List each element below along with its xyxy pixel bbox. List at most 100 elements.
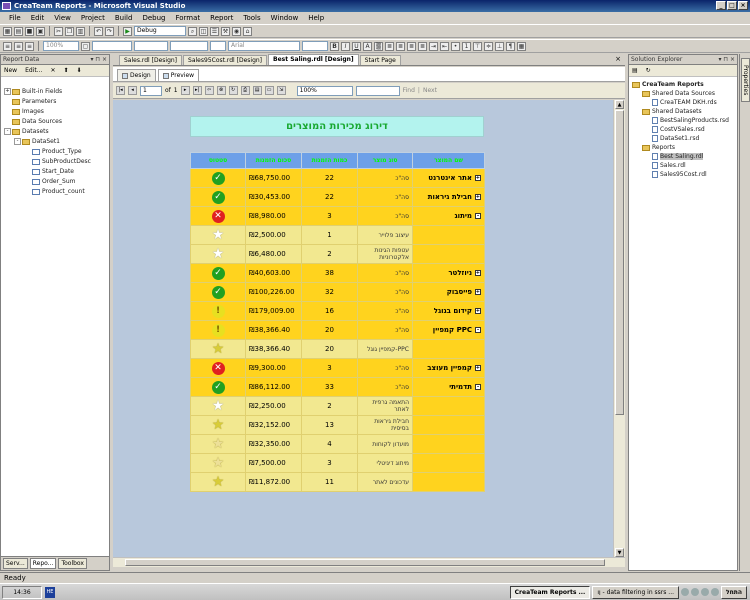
font-family-dropdown[interactable]: Arial xyxy=(228,41,300,51)
redo-icon[interactable]: ↷ xyxy=(105,26,114,36)
zoom-dropdown[interactable]: 100% xyxy=(43,41,79,51)
align-top-icon[interactable]: ⊤ xyxy=(473,41,482,51)
menu-item-tools[interactable]: Tools xyxy=(238,12,265,24)
tray-icon[interactable] xyxy=(681,588,690,596)
close-document-icon[interactable]: × xyxy=(615,55,621,63)
scroll-up-icon[interactable]: ▲ xyxy=(615,100,624,109)
edit-button[interactable]: Edit... xyxy=(25,65,42,76)
align-right-icon[interactable]: ≡ xyxy=(25,41,34,51)
solution-folder-item[interactable]: Shared Data Sources xyxy=(629,89,737,98)
field-item[interactable]: Product_count xyxy=(1,187,109,197)
field-item[interactable]: Order_Sum xyxy=(1,177,109,187)
close-button[interactable]: × xyxy=(738,1,748,10)
solution-file-item[interactable]: CostVSales.rsd xyxy=(629,125,737,134)
find-icon[interactable]: ⌕ xyxy=(188,26,197,36)
first-page-icon[interactable]: |◂ xyxy=(116,86,125,95)
move-up-icon[interactable]: ⬆ xyxy=(63,65,68,76)
refresh-solution-icon[interactable]: ↻ xyxy=(646,65,651,76)
print-icon[interactable]: ⎙ xyxy=(240,86,250,95)
show-all-files-icon[interactable]: ▤ xyxy=(632,65,638,76)
document-tab[interactable]: Sales.rdl [Design] xyxy=(119,55,183,65)
field-item[interactable]: Start_Date xyxy=(1,167,109,177)
align-left-icon[interactable]: ≡ xyxy=(3,41,12,51)
align-bottom-icon[interactable]: ⊥ xyxy=(495,41,504,51)
last-page-icon[interactable]: ▸| xyxy=(192,86,202,95)
menu-item-build[interactable]: Build xyxy=(110,12,138,24)
solution-file-item[interactable]: Sales95Cost.rdl xyxy=(629,170,737,179)
solution-file-item[interactable]: BestSalingProducts.rsd xyxy=(629,116,737,125)
tree-folder-item[interactable]: Parameters xyxy=(1,97,109,107)
back-icon[interactable]: ⇦ xyxy=(204,86,214,95)
save-all-icon[interactable]: ▣ xyxy=(36,26,45,36)
border-color-dropdown[interactable] xyxy=(170,41,208,51)
delete-icon[interactable]: ✕ xyxy=(50,65,55,76)
tray-icon[interactable] xyxy=(711,588,720,596)
tree-folder-item[interactable]: - Datasets xyxy=(1,127,109,137)
align-right-text-icon[interactable]: ≣ xyxy=(407,41,416,51)
align-center-icon[interactable]: ≡ xyxy=(14,41,23,51)
menu-item-format[interactable]: Format xyxy=(170,12,205,24)
scroll-down-icon[interactable]: ▼ xyxy=(615,548,624,557)
move-down-icon[interactable]: ⬇ xyxy=(77,65,82,76)
outdent-icon[interactable]: ⇤ xyxy=(440,41,449,51)
field-item[interactable]: Product_Type xyxy=(1,147,109,157)
find-link[interactable]: Find xyxy=(403,87,415,94)
expand-toggle-icon[interactable]: + xyxy=(475,365,481,371)
expand-toggle-icon[interactable]: - xyxy=(14,138,21,145)
print-layout-icon[interactable]: ▤ xyxy=(252,86,262,95)
tree-folder-item[interactable]: Images xyxy=(1,107,109,117)
refresh-icon[interactable]: ↻ xyxy=(228,86,238,95)
document-tab[interactable]: Best Saling.rdl [Design] xyxy=(268,54,359,65)
taskbar-button[interactable]: CreaTeam Reports ... xyxy=(509,585,591,599)
maximize-button[interactable]: □ xyxy=(727,1,737,10)
start-button[interactable]: התחל xyxy=(721,585,747,599)
scroll-thumb[interactable] xyxy=(615,110,624,415)
new-dropdown[interactable]: New xyxy=(4,65,17,76)
next-page-icon[interactable]: ▸ xyxy=(180,86,190,95)
document-tab[interactable]: Start Page xyxy=(359,55,401,65)
save-icon[interactable]: ■ xyxy=(25,26,34,36)
solution-file-item[interactable]: Best Saling.rdl xyxy=(629,152,737,161)
expand-toggle-icon[interactable]: - xyxy=(475,213,481,219)
expand-toggle-icon[interactable]: + xyxy=(475,194,481,200)
stop-icon[interactable]: ⊗ xyxy=(216,86,226,95)
align-center-text-icon[interactable]: ≣ xyxy=(396,41,405,51)
report-vertical-scrollbar[interactable]: ▲ ▼ xyxy=(613,100,625,557)
bold-icon[interactable]: B xyxy=(330,41,339,51)
tab-design[interactable]: Design xyxy=(117,69,156,81)
tray-icon[interactable] xyxy=(701,588,710,596)
solution-explorer-icon[interactable]: ◫ xyxy=(199,26,208,36)
document-tab[interactable]: Sales95Cost.rdl [Design] xyxy=(183,55,268,65)
solution-file-item[interactable]: CreaTEAM DKH.rds xyxy=(629,98,737,107)
menu-item-report[interactable]: Report xyxy=(205,12,238,24)
align-left-text-icon[interactable]: ≣ xyxy=(385,41,394,51)
justify-text-icon[interactable]: ≣ xyxy=(418,41,427,51)
menu-item-edit[interactable]: Edit xyxy=(26,12,50,24)
current-page-input[interactable]: 1 xyxy=(140,85,162,96)
start-page-icon[interactable]: ⌂ xyxy=(243,26,252,36)
solution-folder-item[interactable]: Reports xyxy=(629,143,737,152)
next-link[interactable]: Next xyxy=(423,87,437,94)
find-text-input[interactable] xyxy=(355,85,400,96)
expand-toggle-icon[interactable]: + xyxy=(4,88,11,95)
solution-configuration-dropdown[interactable]: Debug xyxy=(134,26,186,36)
underline-icon[interactable]: U xyxy=(352,41,361,51)
new-project-icon[interactable]: ▦ xyxy=(3,26,12,36)
left-pane-tab[interactable]: Toolbox xyxy=(58,558,87,569)
properties-side-tab[interactable]: Properties xyxy=(741,58,750,102)
object-browser-icon[interactable]: ◉ xyxy=(232,26,241,36)
tree-folder-item[interactable]: Data Sources xyxy=(1,117,109,127)
toolbox-icon[interactable]: ⚒ xyxy=(221,26,230,36)
bullets-icon[interactable]: • xyxy=(451,41,460,51)
menu-item-project[interactable]: Project xyxy=(76,12,110,24)
border-toggle-dropdown[interactable] xyxy=(210,41,226,51)
solution-file-item[interactable]: DataSet1.rsd xyxy=(629,134,737,143)
menu-item-file[interactable]: File xyxy=(4,12,26,24)
menu-item-view[interactable]: View xyxy=(49,12,76,24)
border-icon[interactable]: ▢ xyxy=(81,41,90,51)
report-horizontal-scrollbar[interactable] xyxy=(113,557,625,567)
expand-toggle-icon[interactable]: + xyxy=(475,308,481,314)
font-size-dropdown[interactable] xyxy=(302,41,328,51)
tree-folder-item[interactable]: - DataSet1 xyxy=(1,137,109,147)
solution-folder-item[interactable]: CreaTeam Reports xyxy=(629,80,737,89)
